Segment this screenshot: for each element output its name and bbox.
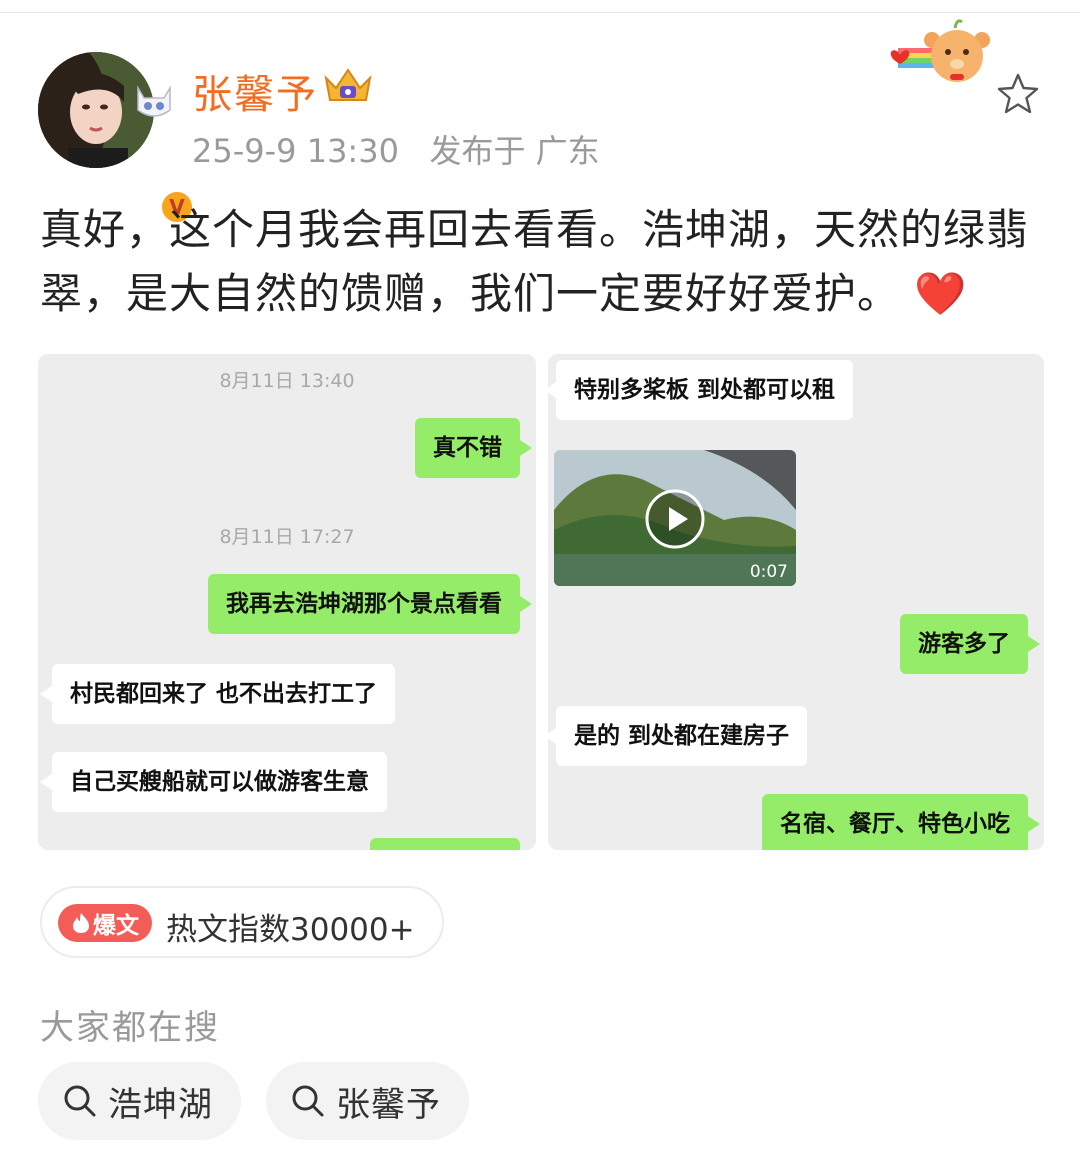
chat-timestamp: 8月11日 13:40 (219, 370, 355, 392)
chat-bubble-received: 自己买艘船就可以做游客生意 (40, 752, 387, 812)
hot-index-text: 热文指数30000+ (166, 912, 415, 948)
post-timestamp: 25-9-9 13:30 (192, 132, 399, 170)
post-meta: 25-9-9 13:30 发布于 广东 (192, 126, 600, 172)
chat-bubble-sent: 名宿、餐厅、特色小吃 (762, 794, 1040, 850)
heart-emoji-icon: ❤️ (914, 269, 968, 318)
hot-article-badge[interactable]: 爆文 热文指数30000+ (40, 886, 444, 958)
search-chip[interactable]: 浩坤湖 (38, 1062, 241, 1140)
chat-bubble-received: 村民都回来了 也不出去打工了 (39, 664, 396, 724)
chat-bubble-received: 特别多桨板 到处都可以租 (548, 360, 854, 420)
chat-timestamp: 8月11日 17:27 (219, 526, 355, 548)
cat-sticker-icon (137, 85, 171, 117)
post-body: 真好，这个月我会再回去看看。浩坤湖，天然的绿翡翠，是大自然的馈赠，我们一定要好好… (40, 205, 1030, 318)
chat-screenshot-right[interactable]: 特别多桨板 到处都可以租 0:07 游客多了 是的 到处都在建房子 名宿、餐厅、… (548, 354, 1044, 850)
search-chip-label: 张馨予 (336, 1084, 441, 1125)
search-icon (292, 1085, 324, 1117)
bear-rainbow-sticker-icon (890, 19, 990, 82)
search-section-title: 大家都在搜 (40, 1008, 220, 1048)
crown-icon (324, 68, 372, 101)
video-thumbnail[interactable]: 0:07 (554, 450, 796, 586)
hot-tag-label: 爆文 (93, 913, 139, 939)
chat-bubble-sent: 我再去浩坤湖那个景点看看 (208, 574, 532, 634)
user-name[interactable]: 张馨予 (192, 62, 318, 120)
avatar[interactable]: V (38, 52, 196, 226)
play-icon[interactable] (644, 488, 706, 550)
post-text: 真好，这个月我会再回去看看。浩坤湖，天然的绿翡翠，是大自然的馈赠，我们一定要好好… (40, 198, 1040, 326)
chat-bubble-sent-partial (370, 838, 520, 850)
search-chip-label: 浩坤湖 (108, 1084, 213, 1125)
star-outline-icon[interactable] (994, 70, 1042, 118)
chat-bubble-sent: 真不错 (415, 418, 532, 478)
search-icon (64, 1085, 96, 1117)
top-divider (0, 12, 1080, 13)
fire-icon (73, 913, 89, 933)
search-chip[interactable]: 张馨予 (266, 1062, 469, 1140)
chat-screenshot-left[interactable]: 8月11日 13:40 真不错 8月11日 17:27 我再去浩坤湖那个景点看看… (38, 354, 536, 850)
post-location: 发布于 广东 (429, 132, 600, 170)
chat-bubble-received: 是的 到处都在建房子 (548, 706, 808, 766)
video-duration: 0:07 (749, 562, 788, 582)
chat-bubble-sent: 游客多了 (900, 614, 1040, 674)
hot-tag: 爆文 (58, 904, 152, 942)
